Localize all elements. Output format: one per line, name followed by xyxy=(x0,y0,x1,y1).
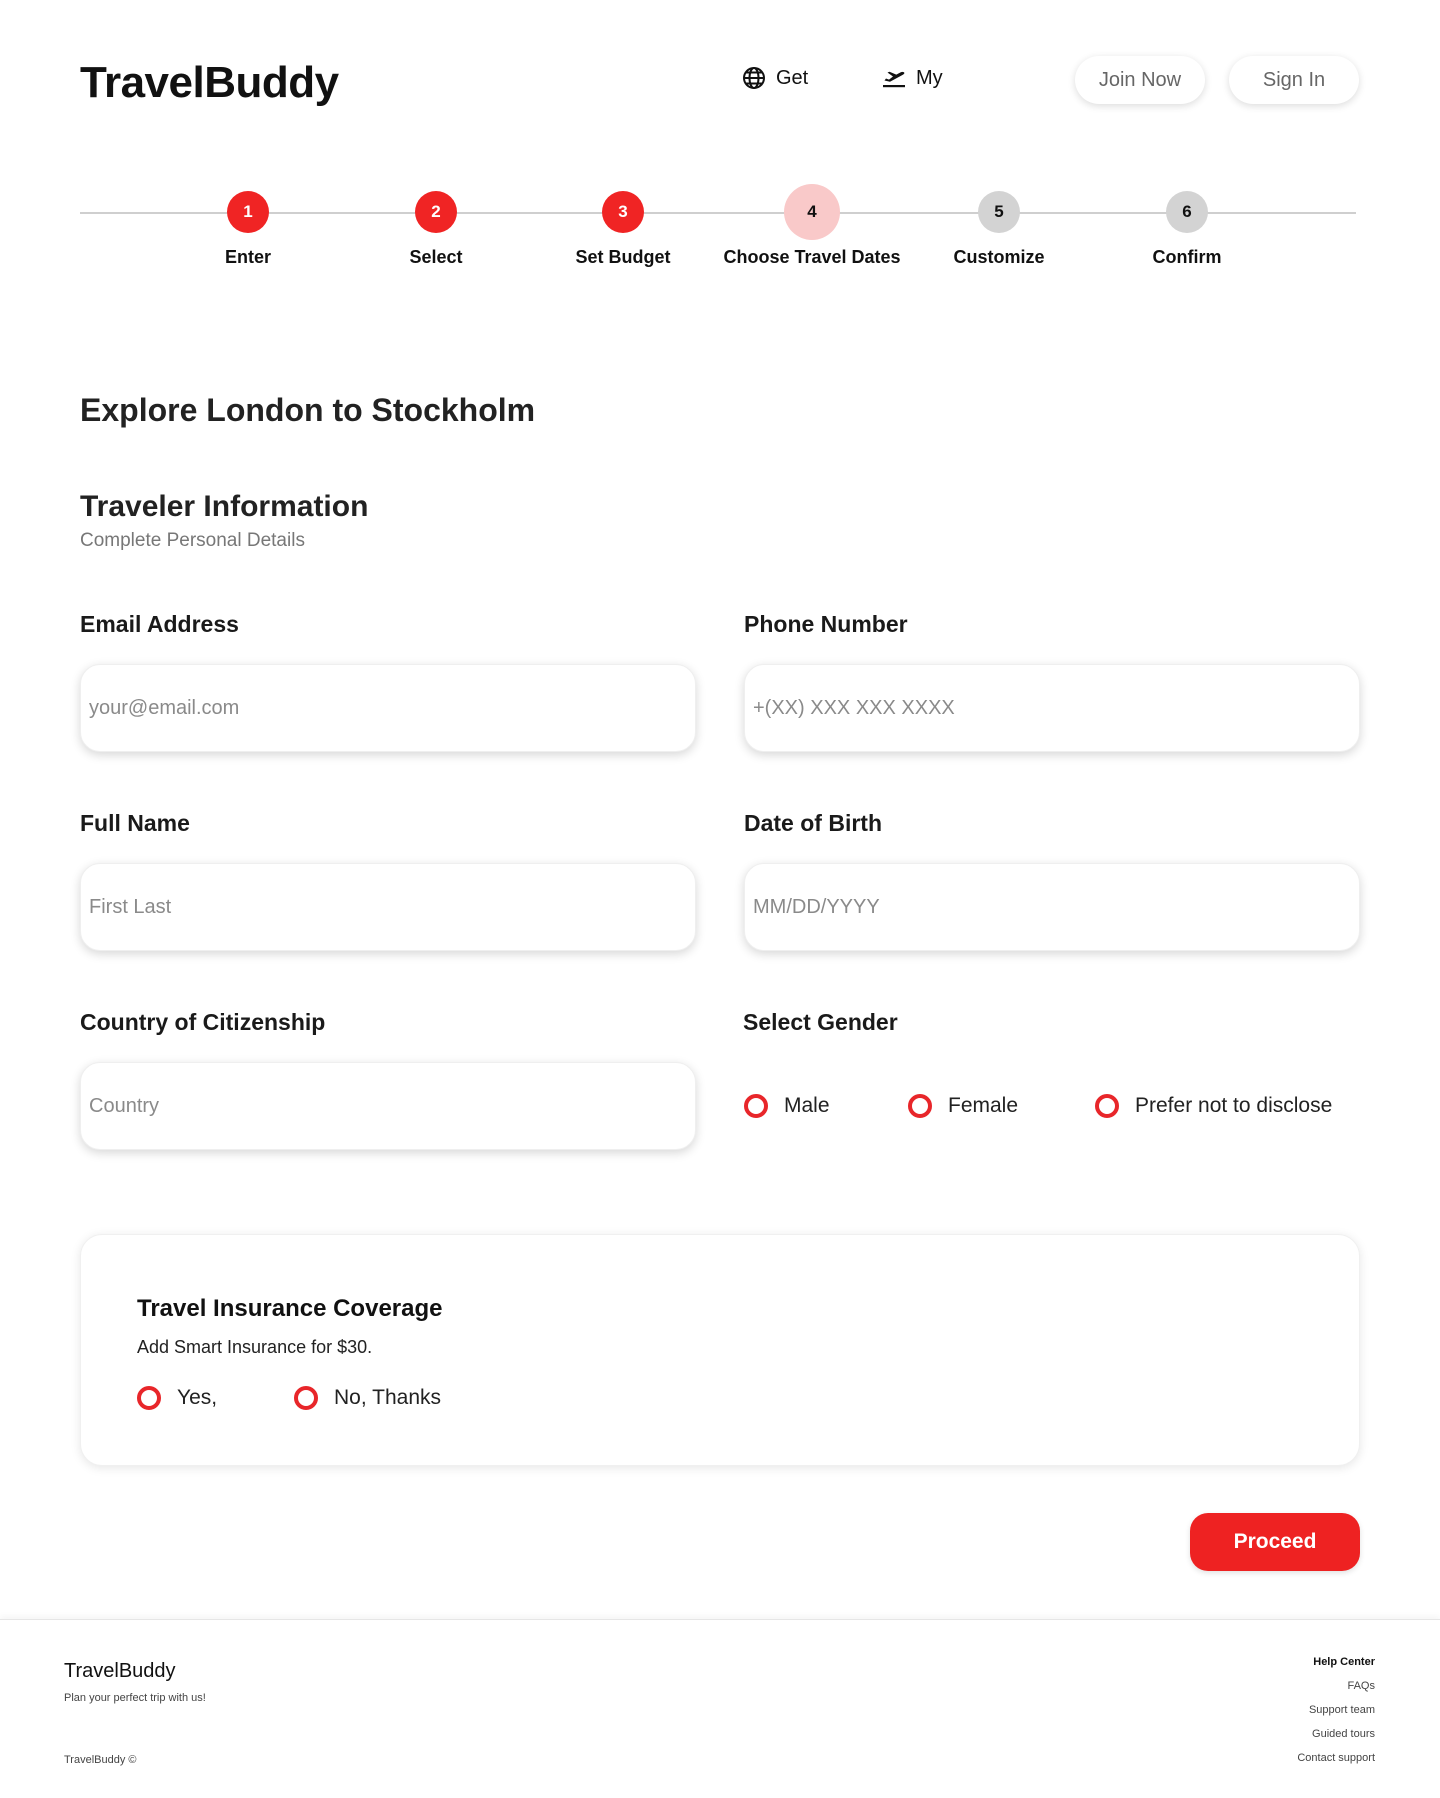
footer-link-faqs[interactable]: FAQs xyxy=(1297,1680,1375,1704)
globe-icon xyxy=(742,66,766,90)
radio-circle-icon xyxy=(137,1386,161,1410)
radio-circle-icon xyxy=(908,1094,932,1118)
step-number: 5 xyxy=(978,191,1020,233)
footer-copyright: TravelBuddy © xyxy=(64,1754,137,1766)
radio-label: No, Thanks xyxy=(334,1386,441,1409)
page-title: Explore London to Stockholm xyxy=(80,392,536,428)
nav-get-label: Get xyxy=(776,66,809,89)
gender-male-radio[interactable]: Male xyxy=(744,1094,830,1118)
nav-get-link[interactable]: Get xyxy=(742,66,808,90)
step-number: 1 xyxy=(227,191,269,233)
dob-field[interactable] xyxy=(744,863,1360,951)
footer: TravelBuddy Plan your perfect trip with … xyxy=(0,1619,1440,1798)
footer-link-contact-support[interactable]: Contact support xyxy=(1297,1752,1375,1776)
app-logo[interactable]: TravelBuddy xyxy=(80,58,339,108)
phone-label: Phone Number xyxy=(744,611,908,637)
radio-label: Female xyxy=(948,1094,1019,1117)
radio-label: Yes, xyxy=(177,1386,218,1409)
radio-circle-icon xyxy=(294,1386,318,1410)
step-customize[interactable]: 5 Customize xyxy=(899,191,1099,268)
step-number: 2 xyxy=(415,191,457,233)
step-label: Confirm xyxy=(1152,247,1222,267)
step-number: 3 xyxy=(602,191,644,233)
radio-label: Male xyxy=(784,1094,830,1117)
step-label: Set Budget xyxy=(575,247,671,267)
footer-brand: TravelBuddy xyxy=(64,1660,176,1682)
footer-links-heading: Help Center xyxy=(1313,1656,1375,1668)
section-subtitle: Complete Personal Details xyxy=(80,530,305,551)
footer-link-guided-tours[interactable]: Guided tours xyxy=(1297,1728,1375,1752)
step-select[interactable]: 2 Select xyxy=(336,191,536,268)
step-confirm[interactable]: 6 Confirm xyxy=(1087,191,1287,268)
dob-label: Date of Birth xyxy=(744,810,882,836)
footer-tagline: Plan your perfect trip with us! xyxy=(64,1692,206,1704)
gender-undisclosed-radio[interactable]: Prefer not to disclose xyxy=(1095,1094,1332,1118)
email-label: Email Address xyxy=(80,611,239,637)
step-label: Choose Travel Dates xyxy=(723,247,901,267)
step-number: 6 xyxy=(1166,191,1208,233)
insurance-yes-radio[interactable]: Yes, xyxy=(137,1386,217,1410)
phone-field[interactable] xyxy=(744,664,1360,752)
email-field[interactable] xyxy=(80,664,696,752)
full-name-field[interactable] xyxy=(80,863,696,951)
insurance-text: Add Smart Insurance for $30. xyxy=(137,1337,373,1357)
step-enter[interactable]: 1 Enter xyxy=(148,191,348,268)
gender-label: Select Gender xyxy=(743,1009,898,1035)
footer-links: Help Center FAQs Support team Guided tou… xyxy=(1297,1656,1375,1776)
country-label: Country of Citizenship xyxy=(80,1009,326,1035)
step-number: 4 xyxy=(784,184,840,240)
radio-label: Prefer not to disclose xyxy=(1135,1094,1333,1117)
radio-circle-icon xyxy=(1095,1094,1119,1118)
step-label: Enter xyxy=(224,247,271,267)
step-choose-travel-dates[interactable]: 4 Choose Travel Dates xyxy=(712,184,912,268)
country-field[interactable] xyxy=(80,1062,696,1150)
airplane-takeoff-icon xyxy=(882,66,906,90)
step-label: Customize xyxy=(953,247,1045,267)
sign-in-button[interactable]: Sign In xyxy=(1229,56,1359,104)
join-now-button[interactable]: Join Now xyxy=(1075,56,1205,104)
insurance-card: Travel Insurance Coverage Add Smart Insu… xyxy=(80,1234,1360,1466)
gender-female-radio[interactable]: Female xyxy=(908,1094,1018,1118)
full-name-label: Full Name xyxy=(80,810,190,836)
insurance-no-radio[interactable]: No, Thanks xyxy=(294,1386,441,1410)
nav-my-label: My xyxy=(916,66,943,89)
insurance-title: Travel Insurance Coverage xyxy=(137,1295,443,1322)
section-title: Traveler Information xyxy=(80,490,369,523)
footer-link-support-team[interactable]: Support team xyxy=(1297,1704,1375,1728)
step-set-budget[interactable]: 3 Set Budget xyxy=(523,191,723,268)
nav-my-link[interactable]: My xyxy=(882,66,943,90)
radio-circle-icon xyxy=(744,1094,768,1118)
step-label: Select xyxy=(409,247,463,267)
proceed-button[interactable]: Proceed xyxy=(1190,1513,1360,1571)
